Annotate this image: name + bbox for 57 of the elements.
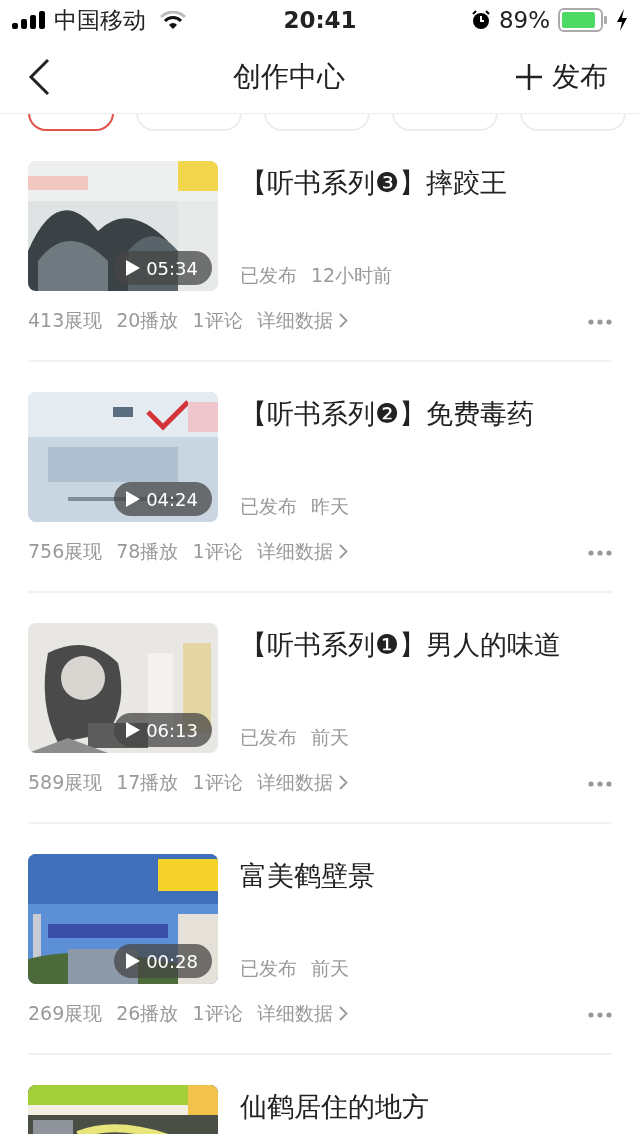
publish-status: 已发布: [240, 263, 297, 288]
play-icon: [126, 953, 141, 969]
stat-count: 1评论: [192, 1000, 243, 1026]
duration-badge: 04:24: [114, 482, 212, 516]
charging-icon: [616, 9, 628, 31]
details-link[interactable]: 详细数据: [256, 538, 348, 565]
stat-count: 1评论: [192, 538, 243, 564]
duration-badge: 05:34: [114, 251, 212, 285]
play-icon: [126, 491, 141, 507]
video-title: 【听书系列❷】免费毒药: [240, 397, 536, 431]
publish-status: 已发布: [240, 725, 297, 750]
clock-time: 20:41: [283, 7, 357, 33]
battery-icon: [558, 8, 608, 32]
play-icon: [126, 722, 141, 738]
stat-count: 756展现: [28, 538, 103, 564]
details-link[interactable]: 详细数据: [256, 1000, 348, 1027]
video-title: 仙鹤居住的地方: [240, 1090, 430, 1124]
page-title: 创作中心: [232, 58, 346, 95]
stat-count: 78播放: [116, 538, 179, 564]
publish-status: 已发布: [240, 956, 297, 981]
video-title: 【听书系列❸】摔跤王: [240, 166, 509, 200]
more-icon: [588, 550, 612, 556]
stat-count: 269展现: [28, 1000, 103, 1026]
stat-count: 1评论: [192, 769, 243, 795]
battery-percent: 89%: [498, 7, 550, 33]
publish-time: 昨天: [311, 494, 349, 519]
stat-count: 17播放: [116, 769, 179, 795]
plus-icon: [516, 63, 542, 90]
chevron-icon: [338, 775, 348, 790]
alarm-icon: [470, 10, 491, 30]
publish-status: 已发布: [240, 494, 297, 519]
chevron-icon: [338, 544, 348, 559]
more-icon: [588, 781, 612, 787]
video-title: 【听书系列❶】男人的味道: [240, 628, 563, 662]
details-link[interactable]: 详细数据: [256, 769, 348, 796]
duration-badge: 06:13: [114, 713, 212, 747]
publish-time: 前天: [311, 956, 349, 981]
publish-time: 前天: [311, 725, 349, 750]
stat-count: 413展现: [28, 307, 103, 333]
back-icon: [28, 57, 50, 96]
video-title: 富美鹤壁景: [240, 859, 376, 893]
play-icon: [126, 260, 141, 276]
details-link[interactable]: 详细数据: [256, 307, 348, 334]
stat-count: 26播放: [116, 1000, 179, 1026]
chevron-icon: [338, 313, 348, 328]
stat-count: 20播放: [116, 307, 179, 333]
stat-count: 1评论: [192, 307, 243, 333]
wifi-icon: [160, 11, 186, 29]
publish-button[interactable]: 发布: [488, 57, 618, 96]
publish-time: 12小时前: [311, 263, 393, 288]
signal-icon: [12, 11, 46, 29]
more-icon: [588, 1012, 612, 1018]
stat-count: 589展现: [28, 769, 103, 795]
duration-badge: 00:28: [114, 944, 212, 978]
chevron-icon: [338, 1006, 348, 1021]
carrier-name: 中国移动: [54, 5, 146, 35]
more-icon: [588, 319, 612, 325]
